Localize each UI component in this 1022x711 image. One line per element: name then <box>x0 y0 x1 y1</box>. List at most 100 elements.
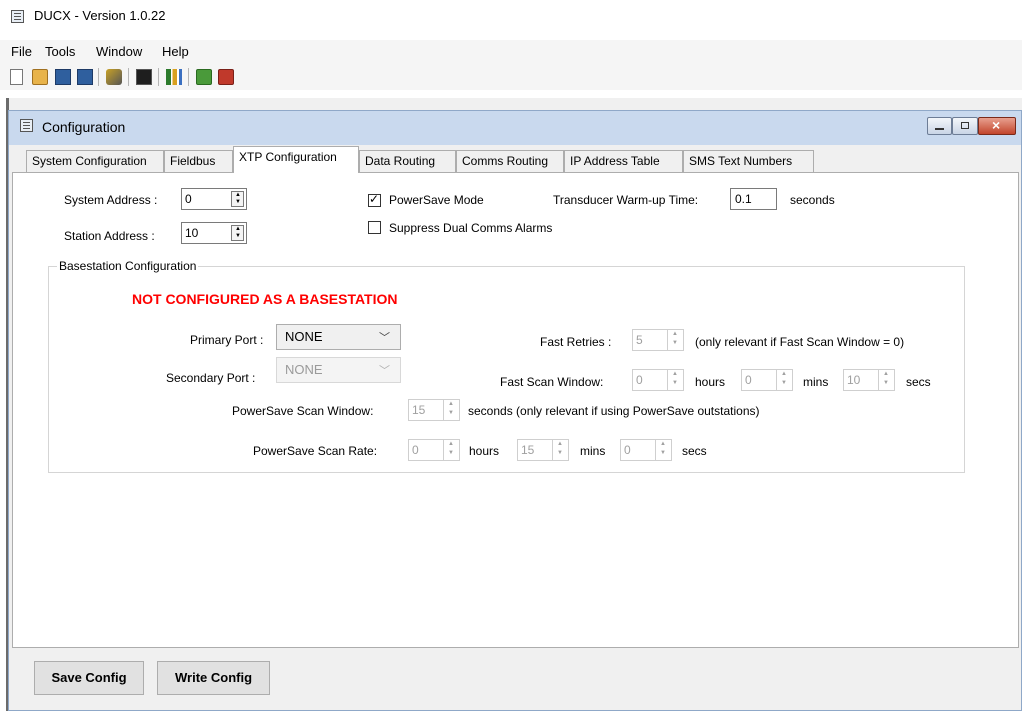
hours-label: hours <box>695 375 726 389</box>
window-icon <box>20 119 33 132</box>
fast-scan-mins-stepper[interactable]: 0 <box>741 369 793 391</box>
chevron-down-icon: ﹀ <box>379 365 390 377</box>
new-icon[interactable] <box>10 69 23 85</box>
spin-arrows-icon[interactable] <box>667 370 683 390</box>
fast-scan-mins-value: 0 <box>745 373 752 387</box>
hours-label: hours <box>469 444 500 458</box>
chart-icon[interactable] <box>166 69 182 85</box>
station-address-stepper[interactable]: 10 <box>181 222 247 244</box>
secondary-port-select[interactable]: NONE ﹀ <box>276 357 401 383</box>
fast-retries-stepper[interactable]: 5 <box>632 329 684 351</box>
toolbar <box>0 62 1022 90</box>
spin-arrows-icon[interactable] <box>776 370 792 390</box>
menu-file[interactable]: File <box>11 44 32 59</box>
mins-label: mins <box>803 375 829 389</box>
restore-icon <box>961 122 969 129</box>
warmup-time-label: Transducer Warm-up Time: <box>553 193 699 207</box>
secondary-port-label: Secondary Port : <box>166 371 256 385</box>
powersave-label: PowerSave Mode <box>389 193 484 207</box>
tab-sms-text-numbers[interactable]: SMS Text Numbers <box>683 150 814 172</box>
system-address-label: System Address : <box>64 193 158 207</box>
powersave-scan-window-label: PowerSave Scan Window: <box>232 404 374 418</box>
restore-button[interactable] <box>952 117 978 135</box>
fast-scan-secs-stepper[interactable]: 10 <box>843 369 895 391</box>
menu-bar <box>0 40 1022 62</box>
toolbar-separator <box>128 68 129 86</box>
powersave-scan-window-note: seconds (only relevant if using PowerSav… <box>468 404 760 418</box>
menu-tools[interactable]: Tools <box>45 44 75 59</box>
warmup-time-unit: seconds <box>790 193 835 207</box>
close-icon: × <box>992 117 1001 133</box>
minimize-icon <box>935 128 944 130</box>
tab-data-routing[interactable]: Data Routing <box>359 150 456 172</box>
tab-comms-routing[interactable]: Comms Routing <box>456 150 564 172</box>
spin-arrows-icon[interactable] <box>443 400 459 420</box>
menu-help[interactable]: Help <box>162 44 189 59</box>
station-address-value: 10 <box>185 226 199 240</box>
write-config-button[interactable]: Write Config <box>157 661 270 695</box>
spin-arrows-icon[interactable] <box>667 330 683 350</box>
primary-port-value: NONE <box>285 329 323 344</box>
minimize-button[interactable] <box>927 117 952 135</box>
fast-scan-hours-stepper[interactable]: 0 <box>632 369 684 391</box>
upload-icon[interactable] <box>196 69 212 85</box>
fast-retries-value: 5 <box>636 333 643 347</box>
suppress-alarms-checkbox[interactable] <box>368 221 381 234</box>
toolbar-separator <box>98 68 99 86</box>
not-configured-warning: NOT CONFIGURED AS A BASESTATION <box>132 291 398 307</box>
system-address-stepper[interactable]: 0 <box>181 188 247 210</box>
powersave-scan-window-value: 15 <box>412 403 426 417</box>
primary-port-label: Primary Port : <box>190 333 264 347</box>
secs-label: secs <box>906 375 931 389</box>
tab-system-configuration[interactable]: System Configuration <box>26 150 164 172</box>
window-title-bar <box>9 111 1021 145</box>
fast-scan-hours-value: 0 <box>636 373 643 387</box>
chevron-down-icon: ﹀ <box>379 332 390 344</box>
primary-port-select[interactable]: NONE ﹀ <box>276 324 401 350</box>
powersave-rate-mins-stepper[interactable]: 15 <box>517 439 569 461</box>
warmup-time-input[interactable]: 0.1 <box>730 188 777 210</box>
open-icon[interactable] <box>32 69 48 85</box>
system-address-value: 0 <box>185 192 192 206</box>
toolbar-separator <box>158 68 159 86</box>
connect-icon[interactable] <box>106 69 122 85</box>
suppress-alarms-label: Suppress Dual Comms Alarms <box>389 221 553 235</box>
spin-arrows-icon[interactable] <box>878 370 894 390</box>
secondary-port-value: NONE <box>285 362 323 377</box>
spin-arrows-icon[interactable] <box>231 191 244 207</box>
powersave-rate-mins-value: 15 <box>521 443 535 457</box>
powersave-checkbox[interactable] <box>368 192 381 207</box>
mins-label: mins <box>580 444 606 458</box>
app-title: DUCX - Version 1.0.22 <box>34 8 166 23</box>
tab-fieldbus[interactable]: Fieldbus <box>164 150 233 172</box>
menu-window[interactable]: Window <box>96 44 142 59</box>
tab-ip-address-table[interactable]: IP Address Table <box>564 150 683 172</box>
toolbar-separator <box>188 68 189 86</box>
fast-scan-window-label: Fast Scan Window: <box>500 375 604 389</box>
spin-arrows-icon[interactable] <box>655 440 671 460</box>
window-title: Configuration <box>42 119 126 135</box>
powersave-rate-secs-value: 0 <box>624 443 631 457</box>
powersave-scan-window-stepper[interactable]: 15 <box>408 399 460 421</box>
app-icon <box>11 10 24 23</box>
fast-scan-secs-value: 10 <box>847 373 861 387</box>
spin-arrows-icon[interactable] <box>552 440 568 460</box>
save-as-icon[interactable] <box>77 69 93 85</box>
monitor-icon[interactable] <box>136 69 152 85</box>
save-config-button[interactable]: Save Config <box>34 661 144 695</box>
secs-label: secs <box>682 444 707 458</box>
powersave-scan-rate-label: PowerSave Scan Rate: <box>253 444 378 458</box>
fast-retries-note: (only relevant if Fast Scan Window = 0) <box>695 335 905 349</box>
powersave-rate-secs-stepper[interactable]: 0 <box>620 439 672 461</box>
save-icon[interactable] <box>55 69 71 85</box>
download-icon[interactable] <box>218 69 234 85</box>
powersave-rate-hours-stepper[interactable]: 0 <box>408 439 460 461</box>
powersave-rate-hours-value: 0 <box>412 443 419 457</box>
spin-arrows-icon[interactable] <box>443 440 459 460</box>
station-address-label: Station Address : <box>64 229 155 243</box>
fast-retries-label: Fast Retries : <box>540 335 612 349</box>
tab-xtp-configuration[interactable]: XTP Configuration <box>233 146 359 173</box>
spin-arrows-icon[interactable] <box>231 225 244 241</box>
basestation-group-label: Basestation Configuration <box>57 259 199 273</box>
close-button[interactable]: × <box>978 117 1016 135</box>
